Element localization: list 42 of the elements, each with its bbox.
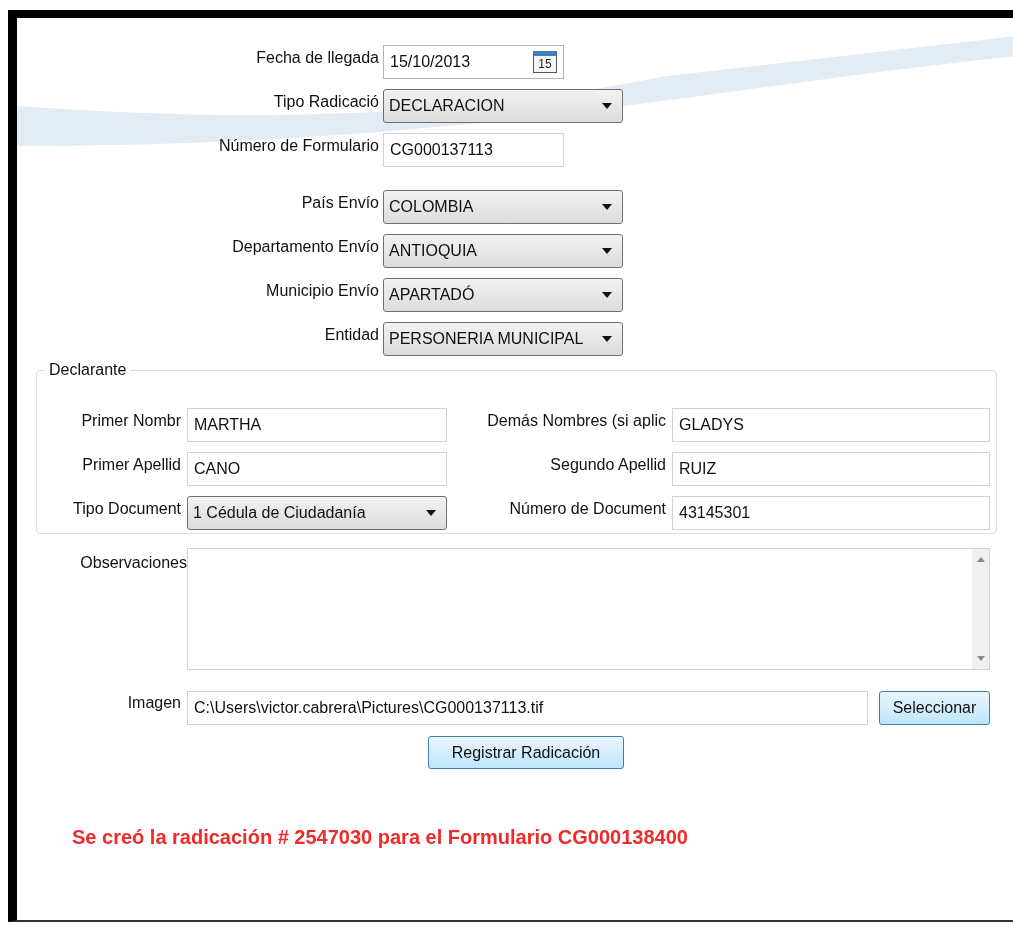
- input-field[interactable]: MARTHA: [187, 408, 447, 442]
- input-field[interactable]: RUIZ: [672, 452, 990, 486]
- field-label: País Envío: [301, 193, 379, 212]
- success-message: Se creó la radicación # 2547030 para el Formulario CG000138400: [72, 826, 689, 849]
- calendar-button[interactable]: 15: [533, 51, 557, 73]
- field-label: Departamento Envío: [232, 237, 379, 256]
- caret-icon: [602, 248, 612, 254]
- scroll-down-icon[interactable]: [976, 656, 985, 661]
- caret-icon: [602, 336, 612, 342]
- select-button[interactable]: Seleccionar: [879, 691, 990, 725]
- field-label: Número de Document: [509, 499, 666, 519]
- caret-icon: [602, 204, 612, 210]
- input-field[interactable]: 43145301: [672, 496, 990, 530]
- dropdown[interactable]: COLOMBIA: [383, 190, 623, 224]
- caret-icon: [602, 103, 612, 109]
- register-button[interactable]: Registrar Radicación: [428, 736, 624, 769]
- field-label: Entidad: [324, 325, 379, 344]
- field-label: Municipio Envío: [266, 281, 379, 300]
- field-label: Número de Formulario: [218, 136, 379, 155]
- dropdown[interactable]: APARTADÓ: [383, 278, 623, 312]
- field-label: Demás Nombres (si aplic: [487, 411, 666, 431]
- scrollbar[interactable]: [972, 549, 989, 669]
- field-label: Segundo Apellid: [550, 455, 666, 475]
- field-label: Primer Apellid: [82, 455, 181, 475]
- caret-icon: [602, 292, 612, 298]
- dropdown[interactable]: 1 Cédula de Ciudadanía: [187, 496, 447, 530]
- input-field[interactable]: GLADYS: [672, 408, 990, 442]
- input-field[interactable]: CANO: [187, 452, 447, 486]
- input-field[interactable]: C:\Users\victor.cabrera\Pictures\CG000137113.tif: [187, 691, 868, 725]
- field-label: Primer Nombr: [81, 411, 181, 431]
- field-label: Tipo Document: [73, 499, 181, 519]
- input-field[interactable]: CG000137113: [383, 133, 564, 167]
- field-label: Imagen: [126, 693, 181, 712]
- dropdown[interactable]: DECLARACION: [383, 89, 623, 123]
- caret-icon: [426, 510, 436, 516]
- dropdown[interactable]: ANTIOQUIA: [383, 234, 623, 268]
- field-label: Fecha de llegada: [256, 48, 379, 67]
- scroll-up-icon[interactable]: [976, 557, 985, 562]
- field-label: Tipo Radicació: [273, 92, 379, 111]
- date-field[interactable]: 15/10/2013 15: [383, 45, 564, 79]
- dropdown[interactable]: PERSONERIA MUNICIPAL: [383, 322, 623, 356]
- field-label: Observaciones: [79, 553, 187, 573]
